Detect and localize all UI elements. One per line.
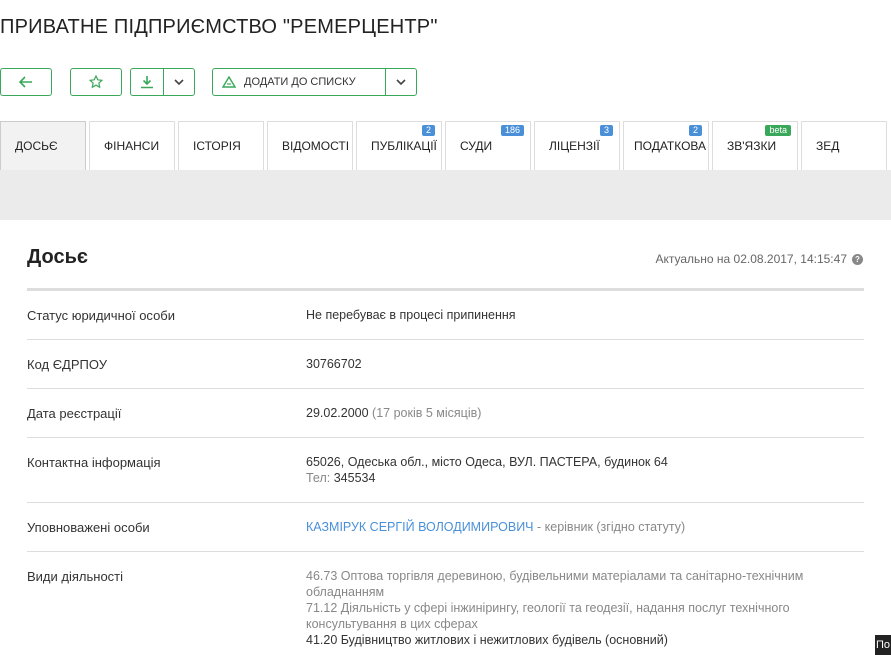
- add-to-list-button[interactable]: ДОДАТИ ДО СПИСКУ: [212, 68, 417, 96]
- activity-item: 46.73 Оптова торгівля деревиною, будівел…: [306, 569, 804, 599]
- person-role: - керівник (згідно статуту): [537, 520, 686, 534]
- last-updated-text: Актуально на 02.08.2017, 14:15:47: [655, 252, 847, 266]
- tab-label: ПУБЛІКАЦІЇ: [371, 139, 437, 153]
- row-label: Уповноважені особи: [27, 520, 150, 535]
- row-value: 30766702: [306, 357, 362, 371]
- tab-finance[interactable]: ФІНАНСИ: [89, 121, 175, 170]
- last-updated: Актуально на 02.08.2017, 14:15:47 ?: [655, 252, 863, 266]
- chevron-down-icon[interactable]: [163, 69, 194, 95]
- tab-label: ВІДОМОСТІ: [282, 139, 350, 153]
- row-value: 65026, Одеська обл., місто Одеса, ВУЛ. П…: [306, 454, 826, 486]
- tabs-bar: ДОСЬЄ ФІНАНСИ ІСТОРІЯ ВІДОМОСТІ ПУБЛІКАЦ…: [0, 121, 891, 170]
- help-icon[interactable]: ?: [852, 253, 863, 265]
- tab-dossier[interactable]: ДОСЬЄ: [0, 121, 86, 170]
- address: 65026, Одеська обл., місто Одеса, ВУЛ. П…: [306, 455, 668, 469]
- tab-label: ЗВ'ЯЗКИ: [727, 139, 777, 153]
- tab-content-header: [0, 170, 891, 220]
- tab-foreign-trade[interactable]: ЗЕД: [801, 121, 887, 170]
- beta-badge: beta: [765, 125, 791, 136]
- tab-label: ПОДАТКОВА: [634, 139, 707, 153]
- tab-history[interactable]: ІСТОРІЯ: [178, 121, 264, 170]
- tab-label: ФІНАНСИ: [104, 139, 160, 153]
- download-icon[interactable]: [131, 69, 163, 95]
- arrow-left-icon: [19, 76, 33, 88]
- count-badge: 2: [688, 125, 702, 136]
- phone: 345534: [333, 471, 376, 485]
- row-label: Код ЄДРПОУ: [27, 357, 107, 372]
- tab-publications[interactable]: ПУБЛІКАЦІЇ 2: [356, 121, 442, 170]
- reg-age: (17 років 5 місяців): [372, 406, 482, 420]
- row-label: Контактна інформація: [27, 455, 161, 470]
- favorite-button[interactable]: [70, 68, 122, 96]
- count-badge: 186: [500, 125, 524, 136]
- count-badge: 3: [599, 125, 613, 136]
- tab-label: ІСТОРІЯ: [193, 139, 241, 153]
- phone-label: Тел:: [306, 471, 331, 485]
- tab-label: ЛІЦЕНЗІЇ: [549, 139, 600, 153]
- person-link[interactable]: КАЗМІРУК СЕРГІЙ ВОЛОДИМИРОВИЧ: [306, 520, 534, 534]
- row-label: Види діяльності: [27, 569, 124, 584]
- row-value: Не перебуває в процесі припинення: [306, 308, 516, 322]
- add-to-list-label: ДОДАТИ ДО СПИСКУ: [244, 76, 356, 88]
- info-row-reg-date: Дата реєстрації 29.02.2000 (17 років 5 м…: [27, 389, 864, 438]
- back-button[interactable]: [0, 68, 52, 96]
- section-title: Досьє: [27, 246, 88, 268]
- reg-date: 29.02.2000: [306, 406, 369, 420]
- tab-label: ЗЕД: [816, 139, 840, 153]
- info-row-contact: Контактна інформація 65026, Одеська обл.…: [27, 438, 864, 503]
- page-title: ПРИВАТНЕ ПІДПРИЄМСТВО "РЕМЕРЦЕНТР": [0, 16, 438, 38]
- chevron-down-icon[interactable]: [386, 69, 416, 95]
- info-row-status: Статус юридичної особи Не перебуває в пр…: [27, 291, 864, 340]
- corner-widget[interactable]: По: [875, 635, 891, 655]
- tab-connections[interactable]: ЗВ'ЯЗКИ beta: [712, 121, 798, 170]
- tab-courts[interactable]: СУДИ 186: [445, 121, 531, 170]
- activity-item-main: 41.20 Будівництво житлових і нежитлових …: [306, 633, 668, 647]
- activity-item: 71.12 Діяльність у сфері інжинірингу, ге…: [306, 601, 790, 631]
- tab-label: ДОСЬЄ: [15, 139, 58, 153]
- star-icon: [89, 75, 103, 89]
- tab-licenses[interactable]: ЛІЦЕНЗІЇ 3: [534, 121, 620, 170]
- row-value: КАЗМІРУК СЕРГІЙ ВОЛОДИМИРОВИЧ - керівник…: [306, 519, 826, 535]
- count-badge: 2: [421, 125, 435, 136]
- row-value: 46.73 Оптова торгівля деревиною, будівел…: [306, 568, 826, 648]
- list-icon: [222, 76, 236, 88]
- row-value: 29.02.2000 (17 років 5 місяців): [306, 405, 826, 421]
- info-row-persons: Уповноважені особи КАЗМІРУК СЕРГІЙ ВОЛОД…: [27, 503, 864, 552]
- tab-tax[interactable]: ПОДАТКОВА 2: [623, 121, 709, 170]
- row-label: Дата реєстрації: [27, 406, 122, 421]
- tab-label: СУДИ: [460, 139, 493, 153]
- tab-records[interactable]: ВІДОМОСТІ: [267, 121, 353, 170]
- info-row-code: Код ЄДРПОУ 30766702: [27, 340, 864, 389]
- download-button[interactable]: [130, 68, 195, 96]
- row-label: Статус юридичної особи: [27, 308, 176, 323]
- info-row-activities: Види діяльності 46.73 Оптова торгівля де…: [27, 552, 864, 655]
